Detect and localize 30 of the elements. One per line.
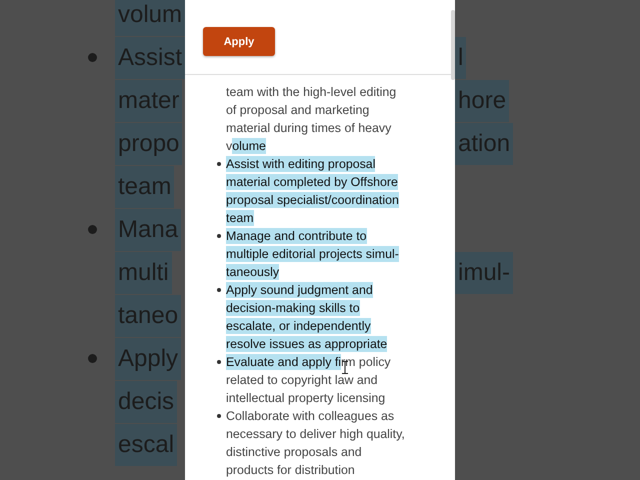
list-item-text: Apply sound judgment and decision-making skills to escalate, or independently resolve issues as appropriate [226, 281, 388, 353]
backdrop-text: multi [115, 252, 172, 294]
backdrop-text: volum [115, 0, 186, 36]
backdrop-text: Assist [115, 36, 186, 78]
bullet-dot [217, 360, 221, 364]
list-item-text: team with the high-level editing of proposal and marketing material during times of heavy volume [226, 84, 396, 155]
backdrop-text: Apply [115, 338, 182, 380]
backdrop-text: imul- [455, 252, 513, 294]
scrollbar[interactable] [451, 10, 455, 80]
bullet-dot [88, 354, 97, 363]
backdrop-text: ation [455, 122, 514, 164]
backdrop-text: team [115, 166, 174, 208]
backdrop-text: decis [115, 380, 178, 422]
bullet-dot [217, 288, 221, 292]
list-item-text: Collaborate with colleagues as necessary to deliver high quality, distinctive proposals and products for distribution [226, 408, 405, 479]
list-item-text: Assist with editing proposal material completed by Offshore proposal specialist/coordination team [226, 155, 399, 227]
bullet-dot [217, 414, 221, 418]
bullet-dot [88, 53, 97, 62]
bullet-dot [217, 234, 221, 238]
backdrop-text: l [455, 36, 466, 78]
bullet-dot [88, 225, 97, 234]
list-item-text: Manage and contribute to multiple editorial projects simul- taneously [226, 227, 399, 281]
bullet-dot [217, 162, 221, 166]
apply-button[interactable]: Apply [203, 27, 275, 56]
backdrop-text: propo [115, 122, 182, 164]
backdrop-text: escal [115, 424, 178, 466]
backdrop-text: mater [115, 80, 182, 122]
backdrop-text: taneo [115, 294, 182, 336]
backdrop-text: Mana [115, 208, 182, 250]
backdrop-text: hore [455, 80, 510, 122]
